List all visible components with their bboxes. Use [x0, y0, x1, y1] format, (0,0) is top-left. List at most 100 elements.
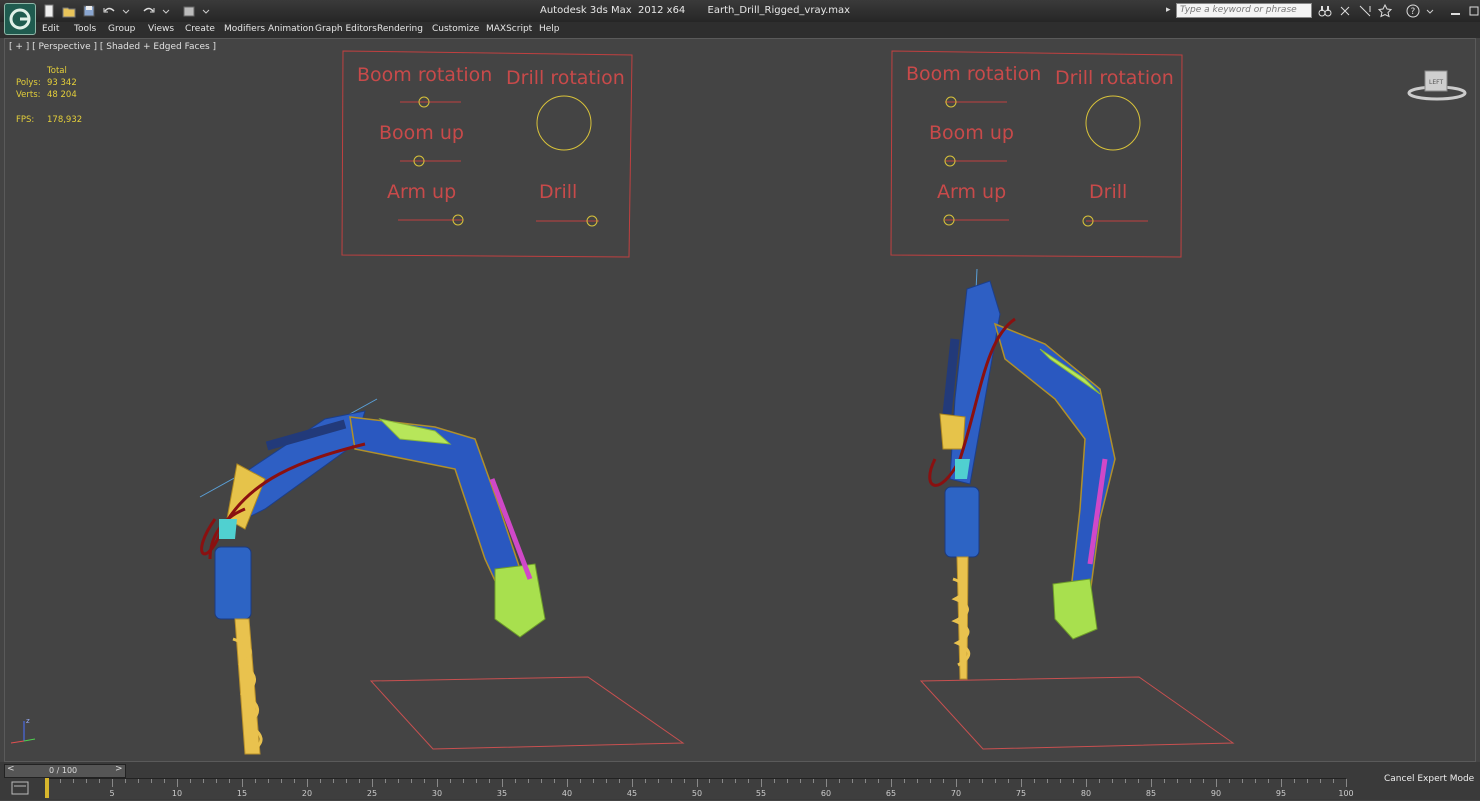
timeline-tick-label: 95 [1275, 789, 1287, 798]
time-slider[interactable]: < 0 / 100 > [4, 764, 126, 778]
info-center-toolbar: ? [1318, 3, 1480, 21]
chevron-down-icon[interactable] [1426, 4, 1434, 21]
menu-help[interactable]: Help [539, 24, 560, 34]
menu-bar: Edit Tools Group Views Create Modifiers … [0, 22, 1480, 38]
menu-animation[interactable]: Animation [268, 24, 314, 34]
timeline-tick [1242, 779, 1243, 783]
timeline-tick [917, 779, 918, 783]
project-folder-icon[interactable] [182, 4, 196, 18]
timeline-tick [891, 779, 892, 787]
timeline-tick [1099, 779, 1100, 783]
redo-icon[interactable] [142, 4, 156, 18]
timeline-tick-label: 70 [950, 789, 962, 798]
menu-edit[interactable]: Edit [42, 24, 59, 34]
menu-views[interactable]: Views [148, 24, 174, 34]
chevron-down-icon[interactable] [202, 4, 216, 18]
window-title: Autodesk 3ds Max 2012 x64 Earth_Drill_Ri… [540, 5, 851, 16]
menu-customize[interactable]: Customize [432, 24, 479, 34]
timeline-tick [956, 779, 957, 787]
menu-tools[interactable]: Tools [74, 24, 96, 34]
viewcube[interactable]: LEFT [1407, 67, 1467, 106]
track-bar[interactable]: 5 10 15 20 25 30 35 40 45 50 55 60 65 70 75 80 85 90 95 100 [46, 778, 1354, 799]
binoculars-icon[interactable] [1318, 4, 1332, 21]
menu-modifiers[interactable]: Modifiers [224, 24, 265, 34]
restore-icon[interactable] [1468, 4, 1480, 21]
timeline-tick [255, 779, 256, 783]
timeline-tick [619, 779, 620, 783]
timeline-tick [112, 779, 113, 787]
timeline-tick [1021, 779, 1022, 787]
menu-maxscript[interactable]: MAXScript [486, 24, 532, 34]
chevron-right-icon[interactable]: ▸ [1166, 5, 1171, 15]
timeline-tick [1138, 779, 1139, 783]
timeline-tick-label: 5 [109, 789, 115, 798]
timeline-tick [164, 779, 165, 783]
timeline-tick-label: 30 [431, 789, 443, 798]
minimize-icon[interactable] [1450, 4, 1462, 21]
cancel-expert-mode-button[interactable]: Cancel Expert Mode [1384, 774, 1474, 784]
drill-label: Drill [1089, 181, 1127, 203]
subscription-icon[interactable] [1338, 4, 1352, 21]
app-logo[interactable] [4, 3, 36, 35]
chevron-down-icon[interactable] [122, 4, 136, 18]
timeline-tick [86, 779, 87, 783]
star-icon[interactable] [1377, 3, 1393, 21]
help-icon[interactable]: ? [1406, 4, 1420, 21]
timeline-tick [1008, 779, 1009, 783]
new-file-icon[interactable] [42, 4, 56, 18]
timeline-tick [1320, 779, 1321, 783]
ground-plane-right[interactable] [919, 676, 1235, 750]
timeline-tick [735, 779, 736, 783]
menu-create[interactable]: Create [185, 24, 215, 34]
drill-rotation-dial[interactable] [1085, 95, 1141, 151]
timeline-tick [839, 779, 840, 783]
timeline-tick [567, 779, 568, 787]
next-frame-arrow[interactable]: > [115, 764, 123, 774]
timeline-tick [476, 779, 477, 783]
timeline-tick-label: 15 [236, 789, 248, 798]
boom-rotation-label: Boom rotation [906, 63, 1041, 85]
chevron-down-icon[interactable] [162, 4, 176, 18]
timeline-tick [865, 779, 866, 783]
perspective-viewport[interactable]: [ + ] [ Perspective ] [ Shaded + Edged F… [4, 38, 1476, 762]
drill-rig-left[interactable] [199, 398, 546, 755]
timeline-tick [489, 779, 490, 783]
prev-frame-arrow[interactable]: < [7, 764, 15, 774]
timeline-tick [333, 779, 334, 783]
timeline-tick [1268, 779, 1269, 783]
current-frame-marker[interactable] [45, 778, 49, 798]
timeline-tick [502, 779, 503, 787]
timeline-tick-label: 90 [1210, 789, 1222, 798]
mini-listener-icon[interactable] [10, 778, 30, 798]
control-panel-left: Boom rotation Drill rotation Boom up Arm… [341, 50, 633, 258]
timeline-tick [930, 779, 931, 783]
viewcube-face-label: LEFT [1429, 79, 1443, 86]
open-file-icon[interactable] [62, 4, 76, 18]
timeline-tick [982, 779, 983, 783]
timeline-tick [748, 779, 749, 783]
scene-canvas[interactable]: Boom rotation Drill rotation Boom up Arm… [5, 39, 1475, 761]
timeline-tick-label: 80 [1080, 789, 1092, 798]
timeline-tick [151, 779, 152, 783]
ground-plane-left[interactable] [369, 676, 685, 750]
timeline-area: < 0 / 100 > 5 10 15 20 25 30 35 40 45 50 55 60 65 70 7… [0, 762, 1480, 800]
arm-up-label: Arm up [387, 181, 456, 203]
timeline-tick [359, 779, 360, 783]
timeline-tick [671, 779, 672, 783]
search-input[interactable]: Type a keyword or phrase [1176, 3, 1312, 18]
title-bar: Autodesk 3ds Max 2012 x64 Earth_Drill_Ri… [0, 0, 1480, 22]
undo-icon[interactable] [102, 4, 116, 18]
timeline-tick-label: 40 [561, 789, 573, 798]
communication-icon[interactable] [1358, 4, 1372, 21]
menu-rendering[interactable]: Rendering [377, 24, 423, 34]
save-icon[interactable] [82, 4, 96, 18]
menu-group[interactable]: Group [108, 24, 135, 34]
drill-rig-right[interactable] [928, 268, 1116, 680]
timeline-tick [1216, 779, 1217, 787]
timeline-tick [826, 779, 827, 787]
timeline-tick-label: 65 [885, 789, 897, 798]
timeline-tick-label: 75 [1015, 789, 1027, 798]
timeline-tick [346, 779, 347, 783]
drill-rotation-dial[interactable] [536, 95, 592, 151]
menu-graph-editors[interactable]: Graph Editors [315, 24, 377, 34]
